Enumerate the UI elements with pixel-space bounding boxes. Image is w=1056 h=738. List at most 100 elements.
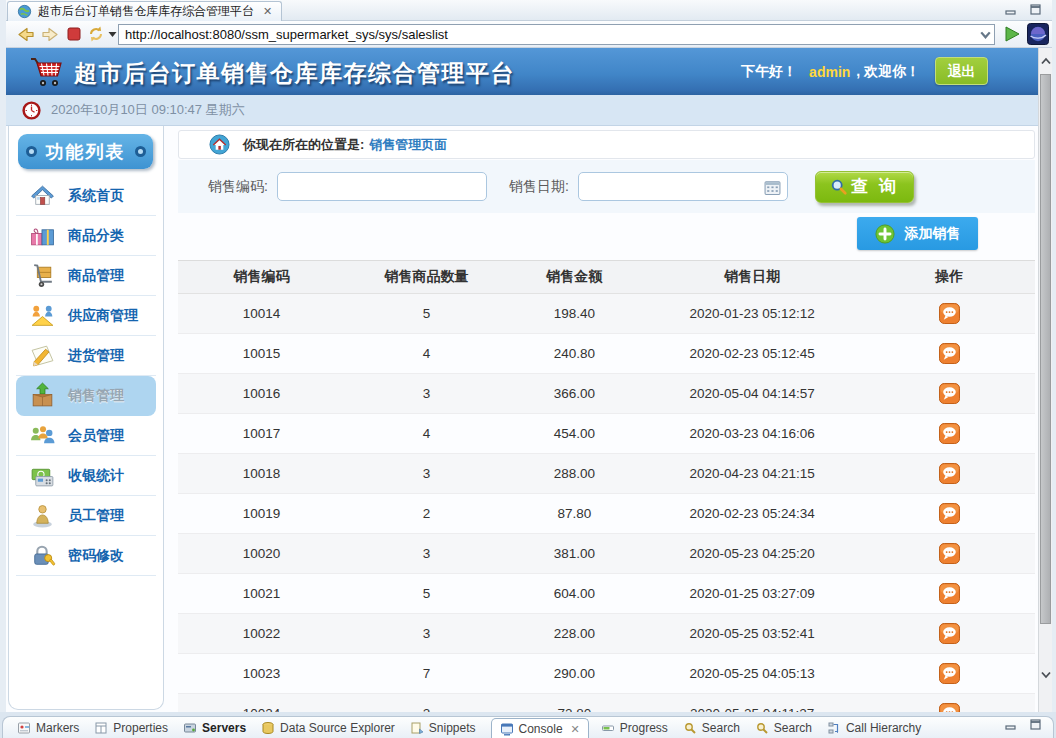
column-header: 销售金额 — [508, 261, 641, 294]
dot-icon — [135, 146, 146, 157]
calendar-icon[interactable] — [764, 179, 781, 196]
edit-action-icon[interactable] — [939, 703, 960, 712]
sidebar-item-label: 会员管理 — [68, 427, 124, 445]
servers-icon — [183, 721, 197, 735]
edit-action-icon[interactable] — [939, 663, 960, 684]
staff-icon — [29, 502, 56, 529]
forward-icon[interactable] — [40, 24, 60, 44]
dot-icon — [26, 146, 37, 157]
scroll-up-icon[interactable] — [1040, 54, 1052, 68]
bottom-tab-properties[interactable]: Properties — [94, 717, 168, 738]
sidebar-item-supplier[interactable]: 供应商管理 — [16, 296, 156, 336]
cell-amount: 366.00 — [508, 374, 641, 414]
sidebar-item-sales[interactable]: 销售管理 — [16, 376, 156, 416]
edit-action-icon[interactable] — [939, 343, 960, 364]
callh-icon — [827, 721, 841, 735]
edit-action-icon[interactable] — [939, 423, 960, 444]
cell-code: 10019 — [178, 494, 345, 534]
bottom-tab-console[interactable]: Console ✕ — [491, 718, 589, 738]
back-icon[interactable] — [16, 24, 36, 44]
cell-date: 2020-05-25 04:11:27 — [641, 694, 864, 713]
home-icon — [29, 182, 56, 209]
browser-app-icon[interactable] — [1027, 23, 1049, 45]
cell-amount: 87.80 — [508, 494, 641, 534]
bottom-tab-label: Progress — [620, 721, 668, 735]
vertical-scrollbar[interactable] — [1038, 48, 1052, 712]
snippets-icon — [410, 721, 424, 735]
bottom-tab-label: Console — [519, 722, 563, 736]
cell-qty: 3 — [345, 534, 508, 574]
bottom-tab-search[interactable]: Search — [683, 717, 740, 738]
console-icon — [500, 722, 514, 736]
table-row: 100215604.002020-01-25 03:27:09 — [178, 574, 1035, 614]
edit-action-icon[interactable] — [939, 543, 960, 564]
bottom-tab-snippets[interactable]: Snippets — [410, 717, 476, 738]
cell-actions — [864, 414, 1035, 454]
app-title: 超市后台订单销售仓库库存综合管理平台 — [74, 48, 515, 95]
bottom-tab-call-hierarchy[interactable]: Call Hierarchy — [827, 717, 921, 738]
sidebar-item-cashier[interactable]: 收银统计 — [16, 456, 156, 496]
code-label: 销售编码: — [208, 178, 268, 196]
edit-action-icon[interactable] — [939, 623, 960, 644]
sidebar-item-label: 商品管理 — [68, 267, 124, 285]
app-header: 超市后台订单销售仓库库存综合管理平台 下午好！ admin , 欢迎你！ 退出 — [6, 48, 1038, 95]
run-icon[interactable] — [1002, 24, 1022, 44]
editor-tab[interactable]: 超市后台订单销售仓库库存综合管理平台 ✕ — [7, 1, 282, 21]
sidebar-item-label: 进货管理 — [68, 347, 124, 365]
search-button[interactable]: 查 询 — [815, 171, 914, 203]
stop-icon[interactable] — [64, 24, 84, 44]
bottom-tab-servers[interactable]: Servers — [183, 717, 246, 738]
bottom-tab-data-source-explorer[interactable]: Data Source Explorer — [261, 717, 395, 738]
scrollbar-thumb[interactable] — [1040, 74, 1051, 624]
bottom-tab-search[interactable]: Search — [755, 717, 812, 738]
table-row: 10019287.802020-02-23 05:24:34 — [178, 494, 1035, 534]
url-dropdown-icon[interactable] — [977, 25, 994, 44]
table-row: 100203381.002020-05-23 04:25:20 — [178, 534, 1035, 574]
url-text[interactable]: http://localhost:8080/ssm_supermarket_sy… — [119, 27, 977, 42]
plus-icon — [875, 224, 895, 244]
bottom-tab-label: Servers — [202, 721, 246, 735]
panel-maximize-icon[interactable] — [1029, 718, 1042, 731]
cell-qty: 4 — [345, 334, 508, 374]
code-input[interactable] — [277, 172, 487, 201]
edit-action-icon[interactable] — [939, 583, 960, 604]
sales-table: 销售编码销售商品数量销售金额销售日期操作 100145198.402020-01… — [178, 260, 1035, 712]
logout-button[interactable]: 退出 — [935, 57, 988, 85]
panel-minimize-icon[interactable] — [1004, 718, 1017, 731]
url-bar[interactable]: http://localhost:8080/ssm_supermarket_sy… — [118, 24, 995, 45]
sidebar-item-purchase[interactable]: 进货管理 — [16, 336, 156, 376]
sidebar-item-password[interactable]: 密码修改 — [16, 536, 156, 576]
sidebar-item-home[interactable]: 系统首页 — [16, 176, 156, 216]
maximize-icon[interactable] — [1029, 3, 1042, 16]
sidebar-item-goods[interactable]: 商品管理 — [16, 256, 156, 296]
column-header: 操作 — [864, 261, 1035, 294]
bottom-tab-markers[interactable]: Markers — [17, 717, 79, 738]
tab-close-icon[interactable]: ✕ — [263, 5, 272, 18]
refresh-icon[interactable] — [86, 24, 106, 44]
breadcrumb-current[interactable]: 销售管理页面 — [369, 136, 447, 154]
sidebar-item-staff[interactable]: 员工管理 — [16, 496, 156, 536]
sidebar-item-member[interactable]: 会员管理 — [16, 416, 156, 456]
add-sale-button[interactable]: 添加销售 — [857, 217, 978, 250]
edit-action-icon[interactable] — [939, 303, 960, 324]
cashier-icon — [29, 462, 56, 489]
refresh-dropdown-icon[interactable] — [107, 24, 118, 44]
edit-action-icon[interactable] — [939, 383, 960, 404]
cell-code: 10014 — [178, 294, 345, 334]
tab-close-icon[interactable]: ✕ — [571, 723, 580, 736]
cell-actions — [864, 454, 1035, 494]
minimize-icon[interactable] — [1004, 3, 1017, 16]
sidebar-item-label: 员工管理 — [68, 507, 124, 525]
cell-amount: 288.00 — [508, 454, 641, 494]
cell-qty: 5 — [345, 574, 508, 614]
bottom-tab-label: Search — [702, 721, 740, 735]
bottom-tab-progress[interactable]: Progress — [601, 717, 668, 738]
sidebar-item-category[interactable]: 商品分类 — [16, 216, 156, 256]
date-input[interactable] — [578, 172, 788, 201]
cell-amount: 240.80 — [508, 334, 641, 374]
search-icon — [683, 721, 697, 735]
scroll-down-icon[interactable] — [1040, 668, 1052, 682]
edit-action-icon[interactable] — [939, 463, 960, 484]
cell-date: 2020-05-23 04:25:20 — [641, 534, 864, 574]
edit-action-icon[interactable] — [939, 503, 960, 524]
